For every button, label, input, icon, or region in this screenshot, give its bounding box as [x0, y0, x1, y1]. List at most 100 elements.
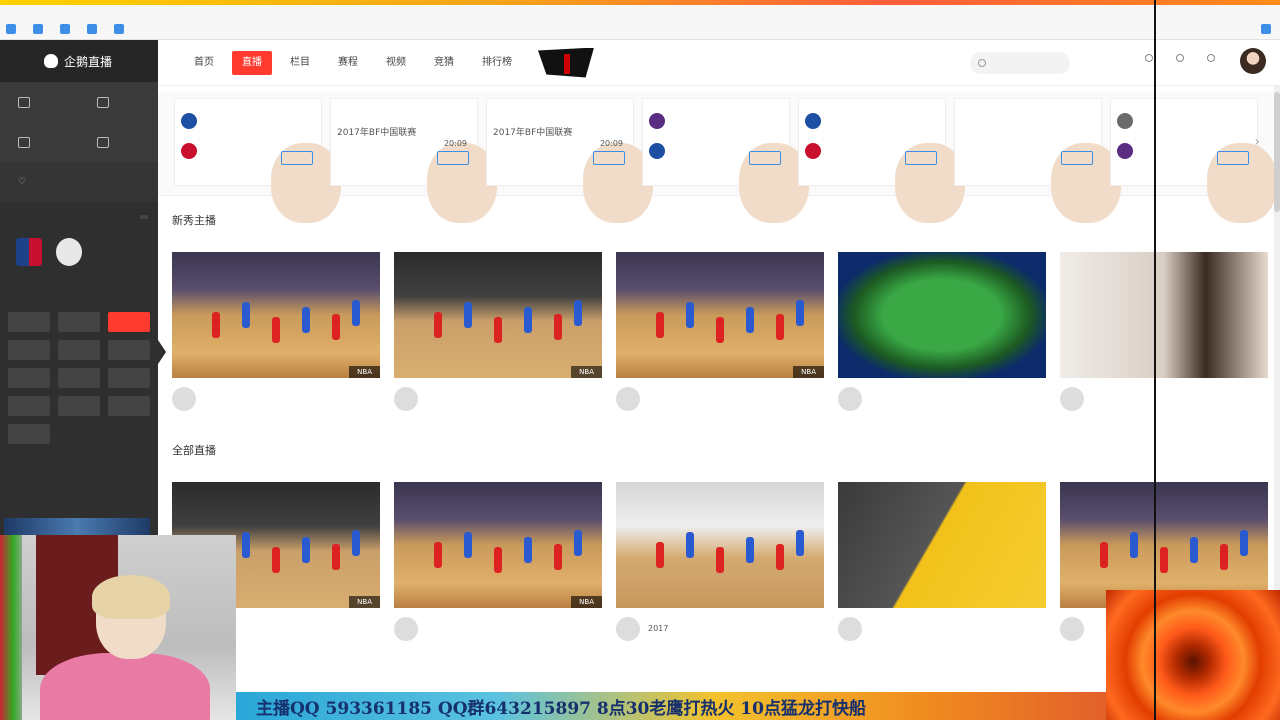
sidebar-item-ranking[interactable]	[79, 122, 158, 162]
scrollbar-thumb[interactable]	[1274, 92, 1280, 212]
streamer-avatar[interactable]	[394, 617, 418, 641]
nav-tab-2[interactable]: 栏目	[280, 51, 320, 75]
live-card[interactable]: NBA	[394, 482, 602, 644]
live-card[interactable]: 2017	[616, 482, 824, 644]
streamer-avatar[interactable]	[172, 387, 196, 411]
category-item[interactable]	[8, 312, 50, 332]
streamer-avatar[interactable]	[1060, 387, 1084, 411]
live-card[interactable]	[838, 482, 1046, 644]
bookmark-item[interactable]	[60, 24, 73, 34]
player-figure	[352, 530, 360, 556]
schedule-card[interactable]	[954, 98, 1121, 223]
teams-tag[interactable]	[140, 215, 148, 219]
bookmark-item[interactable]	[114, 24, 127, 34]
bookmark-item[interactable]	[33, 24, 46, 34]
category-item[interactable]	[58, 340, 100, 360]
reserve-button[interactable]	[1217, 151, 1249, 165]
sidebar-item-live[interactable]	[0, 82, 79, 122]
category-item[interactable]	[58, 368, 100, 388]
bookmark-item[interactable]	[6, 24, 19, 34]
reserve-button[interactable]	[905, 151, 937, 165]
sidebar: 企鹅直播 ♡	[0, 40, 158, 540]
user-avatar[interactable]	[1240, 48, 1266, 74]
live-card[interactable]	[838, 252, 1046, 414]
category-item[interactable]	[58, 312, 100, 332]
flower-decoration-overlay	[1106, 590, 1280, 720]
player-figure	[716, 317, 724, 343]
match-title: 2017年BF中国联赛	[337, 128, 417, 138]
category-item[interactable]	[8, 340, 50, 360]
reserve-button[interactable]	[593, 151, 625, 165]
sidebar-item-video[interactable]	[79, 82, 158, 122]
stream-thumbnail[interactable]: NBA	[172, 252, 380, 378]
category-item[interactable]	[58, 396, 100, 416]
team-item[interactable]	[56, 238, 82, 286]
player-figure	[352, 300, 360, 326]
streamer-avatar[interactable]	[616, 387, 640, 411]
nav-tabs: 首页 直播 栏目 赛程 视频 竞猜 排行榜	[184, 50, 522, 75]
category-item[interactable]	[108, 312, 150, 332]
live-card[interactable]: NBA	[394, 252, 602, 414]
site-logo[interactable]: 企鹅直播	[0, 40, 158, 82]
streamer-avatar[interactable]	[1060, 617, 1084, 641]
nav-tab-5[interactable]: 竞猜	[424, 51, 464, 75]
player-figure	[212, 312, 220, 338]
reserve-button[interactable]	[281, 151, 313, 165]
section-all-live-title: 全部直播	[172, 444, 216, 457]
live-card[interactable]: NBA	[616, 252, 824, 414]
category-item[interactable]	[8, 396, 50, 416]
team-logo-icon	[805, 113, 821, 129]
player-figure	[746, 537, 754, 563]
nav-tab-4[interactable]: 视频	[376, 51, 416, 75]
nav-tab-6[interactable]: 排行榜	[472, 51, 522, 75]
brand-banner-logo[interactable]	[538, 47, 594, 78]
schedule-card[interactable]	[642, 98, 809, 223]
schedule-card[interactable]	[1110, 98, 1277, 223]
sidebar-item-category[interactable]	[0, 122, 79, 162]
mobile-bookmarks-link[interactable]	[1261, 24, 1274, 34]
streamer-avatar[interactable]	[394, 387, 418, 411]
follow-button[interactable]	[1176, 54, 1187, 62]
stream-thumbnail[interactable]	[1060, 252, 1268, 378]
team-row	[181, 113, 315, 129]
tv-icon	[18, 96, 30, 108]
stream-thumbnail[interactable]	[838, 252, 1046, 378]
stream-thumbnail[interactable]	[838, 482, 1046, 608]
category-item[interactable]	[8, 368, 50, 388]
cube-icon	[18, 136, 30, 148]
sidebar-collapse-handle[interactable]	[158, 340, 166, 364]
bookmark-item[interactable]	[87, 24, 100, 34]
stream-thumbnail[interactable]	[616, 482, 824, 608]
reserve-button[interactable]	[437, 151, 469, 165]
match-time: 20:09	[443, 139, 467, 148]
stream-thumbnail[interactable]: NBA	[394, 482, 602, 608]
schedule-card[interactable]	[174, 98, 341, 223]
reserve-button[interactable]	[1061, 151, 1093, 165]
nav-tab-3[interactable]: 赛程	[328, 51, 368, 75]
team-row	[1117, 113, 1251, 129]
search-input[interactable]	[970, 52, 1070, 74]
nav-tab-1[interactable]: 直播	[232, 50, 272, 75]
category-item[interactable]	[108, 396, 150, 416]
download-button[interactable]	[1207, 54, 1218, 62]
schedule-card[interactable]: 2017年BF中国联赛 20:09	[330, 98, 497, 223]
chevron-right-icon[interactable]: ›	[1254, 134, 1260, 150]
stream-thumbnail[interactable]: NBA	[394, 252, 602, 378]
category-item[interactable]	[108, 368, 150, 388]
nav-tab-0[interactable]: 首页	[184, 51, 224, 75]
category-item[interactable]	[8, 424, 50, 444]
team-item[interactable]	[16, 238, 42, 286]
stream-thumbnail[interactable]: NBA	[616, 252, 824, 378]
player-figure	[686, 302, 694, 328]
schedule-card[interactable]	[798, 98, 965, 223]
sidebar-item-follow[interactable]: ♡	[0, 162, 158, 202]
player-figure	[272, 317, 280, 343]
streamer-avatar[interactable]	[616, 617, 640, 641]
streamer-avatar[interactable]	[838, 387, 862, 411]
live-card[interactable]: NBA	[172, 252, 380, 414]
category-item[interactable]	[108, 340, 150, 360]
schedule-card[interactable]: 2017年BF中国联赛 20:09	[486, 98, 653, 223]
live-card[interactable]	[1060, 252, 1268, 414]
reserve-button[interactable]	[749, 151, 781, 165]
streamer-avatar[interactable]	[838, 617, 862, 641]
